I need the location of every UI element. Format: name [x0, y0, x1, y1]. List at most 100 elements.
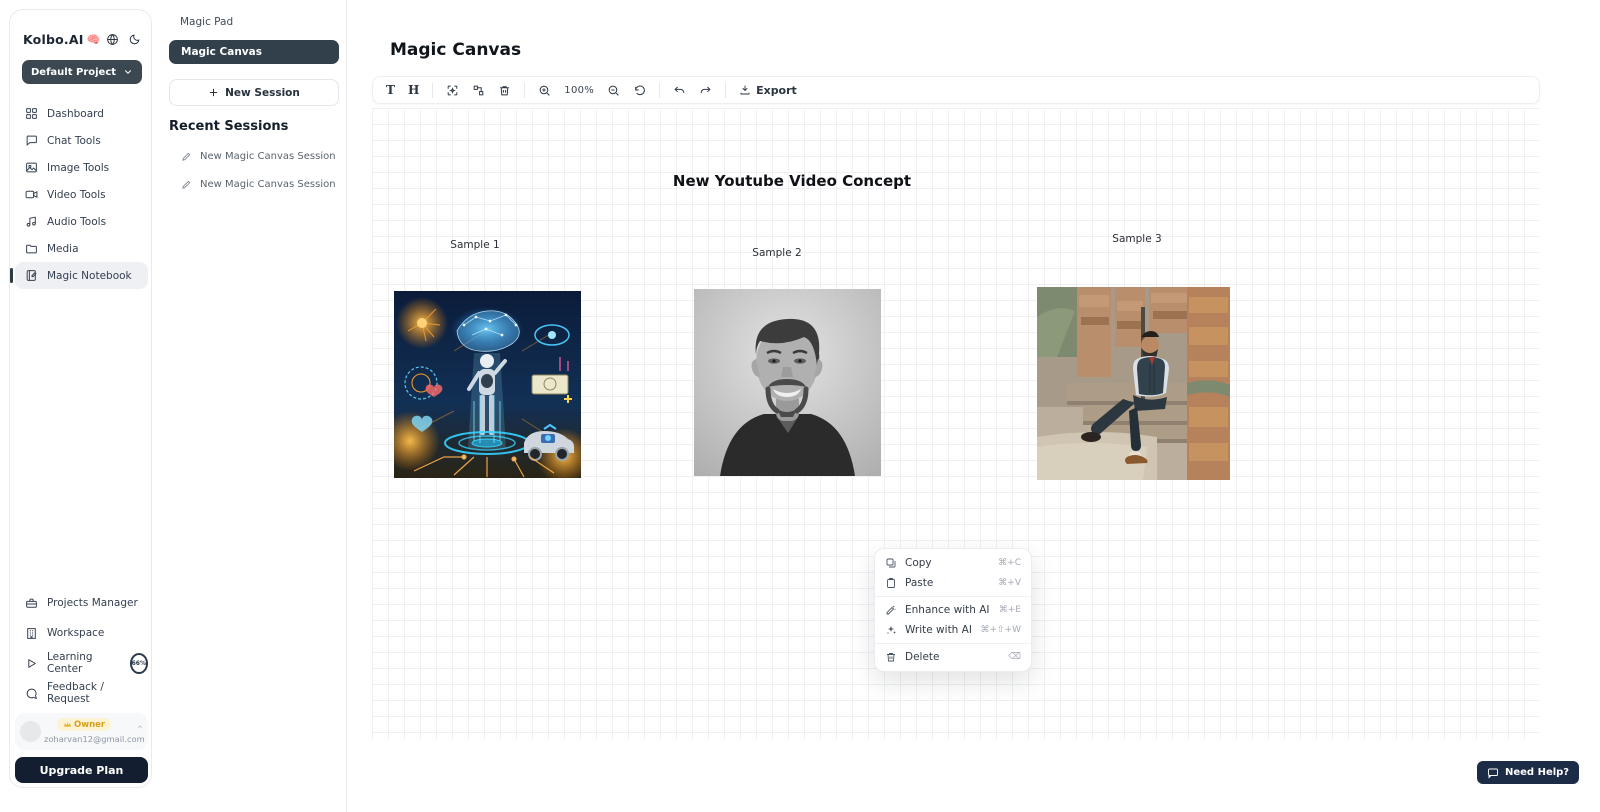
plus-icon	[208, 87, 219, 98]
sidebar-item-media[interactable]: Media	[15, 235, 148, 262]
sidebar-item-label: Workspace	[47, 627, 104, 639]
image-icon	[25, 161, 38, 174]
export-button[interactable]: Export	[739, 84, 797, 97]
recent-sessions-heading: Recent Sessions	[169, 119, 288, 134]
audio-icon	[25, 215, 38, 228]
sidebar-item-label: Chat Tools	[47, 135, 101, 147]
sidebar-item-image-tools[interactable]: Image Tools	[15, 154, 148, 181]
sidebar-item-label: Media	[47, 243, 79, 255]
magic-canvas-item-active[interactable]: Magic Canvas	[169, 40, 339, 64]
sample-1-image[interactable]	[394, 291, 581, 478]
sidebar-nav: Dashboard Chat Tools Image Tools Video T…	[15, 100, 148, 289]
sidebar-item-chat-tools[interactable]: Chat Tools	[15, 127, 148, 154]
flow-connector-icon[interactable]	[472, 84, 485, 97]
context-menu-item-copy[interactable]: Copy ⌘+C	[875, 553, 1031, 573]
context-item-label: Paste	[905, 577, 990, 589]
zoom-in-icon[interactable]	[538, 84, 551, 97]
upgrade-plan-button[interactable]: Upgrade Plan	[15, 757, 148, 783]
notebook-icon	[25, 269, 38, 282]
crown-icon	[63, 720, 72, 729]
sidebar-item-label: Magic Notebook	[47, 270, 132, 282]
magic-canvas-surface[interactable]: New Youtube Video Concept Sample 1 Sampl…	[372, 108, 1540, 740]
redo-icon[interactable]	[699, 84, 712, 97]
user-account-card[interactable]: Owner zoharvan12@gmail.com	[15, 713, 148, 750]
sample-3-label[interactable]: Sample 3	[1077, 233, 1197, 245]
trash-icon[interactable]	[498, 84, 511, 97]
sidebar-item-workspace[interactable]: Workspace	[15, 618, 148, 648]
trash-icon	[885, 651, 897, 663]
context-item-shortcut: ⌘+V	[998, 578, 1021, 588]
context-item-shortcut: ⌘+C	[998, 558, 1021, 568]
new-session-button[interactable]: New Session	[169, 79, 339, 106]
context-menu-item-write-with-ai[interactable]: Write with AI ⌘+⇧+W	[875, 620, 1031, 640]
download-icon	[739, 84, 751, 96]
sample-2-image[interactable]	[694, 289, 881, 476]
copy-icon	[885, 557, 897, 569]
ai-select-icon[interactable]	[446, 84, 459, 97]
export-label: Export	[756, 84, 797, 97]
toolbar-divider	[524, 83, 525, 98]
undo-icon[interactable]	[673, 84, 686, 97]
context-item-label: Copy	[905, 557, 990, 569]
context-menu: Copy ⌘+C Paste ⌘+V Enhance with AI ⌘+E W…	[874, 548, 1032, 672]
sidebar-item-video-tools[interactable]: Video Tools	[15, 181, 148, 208]
heading-tool-button[interactable]: H	[408, 83, 419, 97]
session-item-label: New Magic Canvas Session	[200, 179, 336, 190]
chevron-down-icon	[123, 67, 133, 77]
owner-role-label: Owner	[74, 720, 105, 730]
logo-row: Kolbo.AI 🧠	[23, 32, 141, 47]
avatar	[20, 721, 41, 742]
magic-pad-item[interactable]: Magic Pad	[180, 16, 233, 28]
text-tool-button[interactable]: T	[386, 83, 395, 97]
sidebar-item-projects-manager[interactable]: Projects Manager	[15, 588, 148, 618]
dashboard-icon	[25, 107, 38, 120]
globe-icon[interactable]	[106, 33, 119, 46]
sidebar-item-label: Projects Manager	[47, 597, 138, 609]
sidebar-item-learning-center[interactable]: Learning Center 66%	[15, 648, 148, 678]
context-item-label: Enhance with AI	[905, 604, 991, 616]
project-selector[interactable]: Default Project	[22, 60, 142, 84]
zoom-level-indicator: 100%	[564, 85, 594, 96]
app-sidebar: Kolbo.AI 🧠 Default Project Dashboard Cha…	[9, 9, 152, 788]
media-folder-icon	[25, 242, 38, 255]
context-menu-item-paste[interactable]: Paste ⌘+V	[875, 573, 1031, 593]
context-menu-item-delete[interactable]: Delete ⌫	[875, 647, 1031, 667]
sidebar-item-label: Image Tools	[47, 162, 109, 174]
help-chat-icon	[1487, 767, 1499, 779]
learning-progress-badge: 66%	[130, 653, 148, 674]
project-selector-label: Default Project	[31, 67, 116, 78]
sessions-panel: Magic Pad Magic Canvas New Session Recen…	[155, 0, 347, 812]
brain-logo-icon: 🧠	[87, 33, 101, 46]
sample-2-label[interactable]: Sample 2	[717, 247, 837, 259]
dark-mode-moon-icon[interactable]	[128, 33, 141, 46]
sidebar-item-feedback[interactable]: Feedback / Request	[15, 678, 148, 708]
sample-3-image[interactable]	[1037, 287, 1230, 480]
sidebar-bottom-nav: Projects Manager Workspace Learning Cent…	[15, 588, 148, 708]
sidebar-item-label: Audio Tools	[47, 216, 106, 228]
pencil-icon	[181, 179, 192, 190]
need-help-button[interactable]: Need Help?	[1477, 761, 1579, 784]
zoom-out-icon[interactable]	[607, 84, 620, 97]
canvas-toolbar: T H 100% Export	[372, 76, 1540, 104]
context-item-shortcut: ⌘+⇧+W	[980, 625, 1021, 635]
play-icon	[25, 657, 38, 670]
chat-icon	[25, 134, 38, 147]
chevron-expand-icon	[136, 723, 144, 731]
canvas-heading[interactable]: New Youtube Video Concept	[672, 172, 912, 190]
sidebar-item-magic-notebook[interactable]: Magic Notebook	[15, 262, 148, 289]
sample-1-label[interactable]: Sample 1	[415, 239, 535, 251]
session-list-item[interactable]: New Magic Canvas Session	[181, 179, 336, 190]
context-menu-divider	[875, 643, 1031, 644]
user-email: zoharvan12@gmail.com	[44, 734, 145, 744]
page-title: Magic Canvas	[390, 40, 521, 60]
context-item-shortcut: ⌫	[1008, 652, 1021, 662]
briefcase-icon	[25, 597, 38, 610]
sidebar-item-audio-tools[interactable]: Audio Tools	[15, 208, 148, 235]
sparkles-icon	[885, 624, 897, 636]
context-menu-item-enhance-with-ai[interactable]: Enhance with AI ⌘+E	[875, 600, 1031, 620]
reset-rotation-icon[interactable]	[633, 84, 646, 97]
owner-role-badge: Owner	[57, 718, 111, 731]
feedback-chat-icon	[25, 687, 38, 700]
session-list-item[interactable]: New Magic Canvas Session	[181, 151, 336, 162]
sidebar-item-dashboard[interactable]: Dashboard	[15, 100, 148, 127]
